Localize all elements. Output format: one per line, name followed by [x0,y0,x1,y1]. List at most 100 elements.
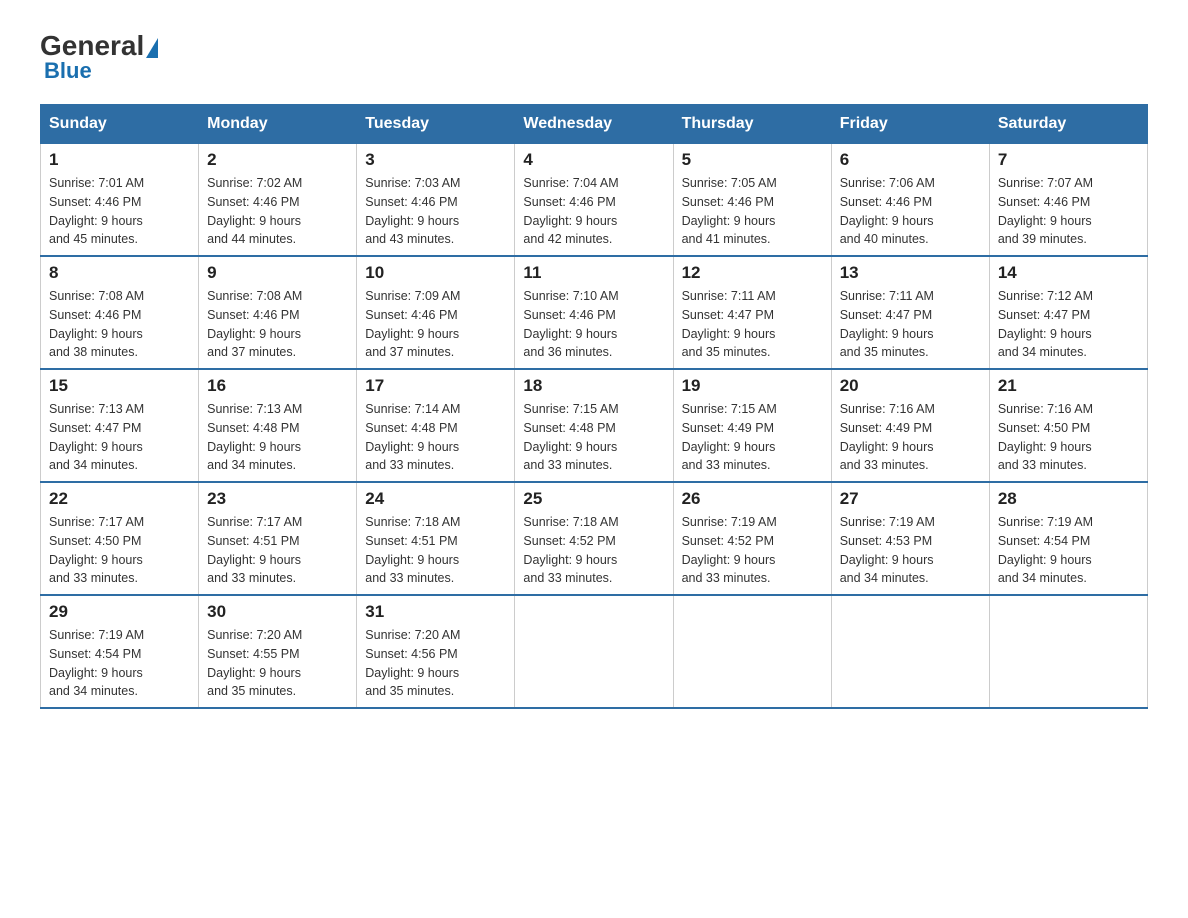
day-number: 3 [365,150,506,170]
day-number: 29 [49,602,190,622]
day-number: 15 [49,376,190,396]
table-row: 31 Sunrise: 7:20 AM Sunset: 4:56 PM Dayl… [357,595,515,708]
calendar-week-row: 29 Sunrise: 7:19 AM Sunset: 4:54 PM Dayl… [41,595,1148,708]
day-info: Sunrise: 7:02 AM Sunset: 4:46 PM Dayligh… [207,174,348,249]
day-info: Sunrise: 7:08 AM Sunset: 4:46 PM Dayligh… [207,287,348,362]
day-info: Sunrise: 7:17 AM Sunset: 4:51 PM Dayligh… [207,513,348,588]
calendar-week-row: 8 Sunrise: 7:08 AM Sunset: 4:46 PM Dayli… [41,256,1148,369]
calendar-week-row: 15 Sunrise: 7:13 AM Sunset: 4:47 PM Dayl… [41,369,1148,482]
table-row: 6 Sunrise: 7:06 AM Sunset: 4:46 PM Dayli… [831,144,989,257]
day-info: Sunrise: 7:19 AM Sunset: 4:52 PM Dayligh… [682,513,823,588]
table-row: 21 Sunrise: 7:16 AM Sunset: 4:50 PM Dayl… [989,369,1147,482]
table-row [673,595,831,708]
day-number: 10 [365,263,506,283]
calendar-week-row: 1 Sunrise: 7:01 AM Sunset: 4:46 PM Dayli… [41,144,1148,257]
day-info: Sunrise: 7:19 AM Sunset: 4:54 PM Dayligh… [998,513,1139,588]
day-info: Sunrise: 7:11 AM Sunset: 4:47 PM Dayligh… [840,287,981,362]
day-number: 19 [682,376,823,396]
day-number: 26 [682,489,823,509]
header-monday: Monday [199,105,357,144]
logo: General Blue [40,30,158,84]
day-number: 18 [523,376,664,396]
day-info: Sunrise: 7:09 AM Sunset: 4:46 PM Dayligh… [365,287,506,362]
day-info: Sunrise: 7:18 AM Sunset: 4:52 PM Dayligh… [523,513,664,588]
day-info: Sunrise: 7:15 AM Sunset: 4:48 PM Dayligh… [523,400,664,475]
table-row: 4 Sunrise: 7:04 AM Sunset: 4:46 PM Dayli… [515,144,673,257]
day-number: 28 [998,489,1139,509]
day-info: Sunrise: 7:20 AM Sunset: 4:56 PM Dayligh… [365,626,506,701]
table-row: 23 Sunrise: 7:17 AM Sunset: 4:51 PM Dayl… [199,482,357,595]
day-info: Sunrise: 7:12 AM Sunset: 4:47 PM Dayligh… [998,287,1139,362]
day-info: Sunrise: 7:07 AM Sunset: 4:46 PM Dayligh… [998,174,1139,249]
header-tuesday: Tuesday [357,105,515,144]
day-info: Sunrise: 7:13 AM Sunset: 4:47 PM Dayligh… [49,400,190,475]
day-number: 12 [682,263,823,283]
day-info: Sunrise: 7:06 AM Sunset: 4:46 PM Dayligh… [840,174,981,249]
table-row: 10 Sunrise: 7:09 AM Sunset: 4:46 PM Dayl… [357,256,515,369]
day-number: 13 [840,263,981,283]
day-info: Sunrise: 7:19 AM Sunset: 4:54 PM Dayligh… [49,626,190,701]
table-row [989,595,1147,708]
table-row: 19 Sunrise: 7:15 AM Sunset: 4:49 PM Dayl… [673,369,831,482]
table-row: 26 Sunrise: 7:19 AM Sunset: 4:52 PM Dayl… [673,482,831,595]
day-info: Sunrise: 7:19 AM Sunset: 4:53 PM Dayligh… [840,513,981,588]
table-row: 30 Sunrise: 7:20 AM Sunset: 4:55 PM Dayl… [199,595,357,708]
table-row: 12 Sunrise: 7:11 AM Sunset: 4:47 PM Dayl… [673,256,831,369]
calendar-week-row: 22 Sunrise: 7:17 AM Sunset: 4:50 PM Dayl… [41,482,1148,595]
day-info: Sunrise: 7:13 AM Sunset: 4:48 PM Dayligh… [207,400,348,475]
day-info: Sunrise: 7:16 AM Sunset: 4:50 PM Dayligh… [998,400,1139,475]
day-number: 2 [207,150,348,170]
day-info: Sunrise: 7:05 AM Sunset: 4:46 PM Dayligh… [682,174,823,249]
calendar-table: Sunday Monday Tuesday Wednesday Thursday… [40,104,1148,709]
day-number: 27 [840,489,981,509]
day-info: Sunrise: 7:04 AM Sunset: 4:46 PM Dayligh… [523,174,664,249]
day-info: Sunrise: 7:15 AM Sunset: 4:49 PM Dayligh… [682,400,823,475]
table-row [515,595,673,708]
day-info: Sunrise: 7:10 AM Sunset: 4:46 PM Dayligh… [523,287,664,362]
day-number: 14 [998,263,1139,283]
table-row: 16 Sunrise: 7:13 AM Sunset: 4:48 PM Dayl… [199,369,357,482]
table-row: 24 Sunrise: 7:18 AM Sunset: 4:51 PM Dayl… [357,482,515,595]
day-number: 16 [207,376,348,396]
day-number: 17 [365,376,506,396]
table-row: 11 Sunrise: 7:10 AM Sunset: 4:46 PM Dayl… [515,256,673,369]
table-row: 22 Sunrise: 7:17 AM Sunset: 4:50 PM Dayl… [41,482,199,595]
table-row: 13 Sunrise: 7:11 AM Sunset: 4:47 PM Dayl… [831,256,989,369]
table-row: 25 Sunrise: 7:18 AM Sunset: 4:52 PM Dayl… [515,482,673,595]
day-number: 30 [207,602,348,622]
day-number: 4 [523,150,664,170]
day-info: Sunrise: 7:14 AM Sunset: 4:48 PM Dayligh… [365,400,506,475]
table-row: 28 Sunrise: 7:19 AM Sunset: 4:54 PM Dayl… [989,482,1147,595]
table-row: 27 Sunrise: 7:19 AM Sunset: 4:53 PM Dayl… [831,482,989,595]
day-number: 25 [523,489,664,509]
day-info: Sunrise: 7:20 AM Sunset: 4:55 PM Dayligh… [207,626,348,701]
day-number: 22 [49,489,190,509]
header-saturday: Saturday [989,105,1147,144]
table-row: 20 Sunrise: 7:16 AM Sunset: 4:49 PM Dayl… [831,369,989,482]
day-number: 24 [365,489,506,509]
day-number: 7 [998,150,1139,170]
table-row: 2 Sunrise: 7:02 AM Sunset: 4:46 PM Dayli… [199,144,357,257]
logo-blue-text: Blue [40,58,158,84]
day-number: 1 [49,150,190,170]
table-row: 7 Sunrise: 7:07 AM Sunset: 4:46 PM Dayli… [989,144,1147,257]
day-number: 8 [49,263,190,283]
calendar-header-row: Sunday Monday Tuesday Wednesday Thursday… [41,105,1148,144]
day-number: 11 [523,263,664,283]
day-info: Sunrise: 7:08 AM Sunset: 4:46 PM Dayligh… [49,287,190,362]
table-row: 15 Sunrise: 7:13 AM Sunset: 4:47 PM Dayl… [41,369,199,482]
logo-triangle-icon [146,38,158,58]
day-info: Sunrise: 7:17 AM Sunset: 4:50 PM Dayligh… [49,513,190,588]
table-row: 3 Sunrise: 7:03 AM Sunset: 4:46 PM Dayli… [357,144,515,257]
day-info: Sunrise: 7:11 AM Sunset: 4:47 PM Dayligh… [682,287,823,362]
table-row: 18 Sunrise: 7:15 AM Sunset: 4:48 PM Dayl… [515,369,673,482]
header-thursday: Thursday [673,105,831,144]
day-info: Sunrise: 7:03 AM Sunset: 4:46 PM Dayligh… [365,174,506,249]
page-header: General Blue [40,30,1148,84]
table-row: 1 Sunrise: 7:01 AM Sunset: 4:46 PM Dayli… [41,144,199,257]
table-row [831,595,989,708]
header-sunday: Sunday [41,105,199,144]
day-info: Sunrise: 7:01 AM Sunset: 4:46 PM Dayligh… [49,174,190,249]
day-info: Sunrise: 7:16 AM Sunset: 4:49 PM Dayligh… [840,400,981,475]
table-row: 9 Sunrise: 7:08 AM Sunset: 4:46 PM Dayli… [199,256,357,369]
